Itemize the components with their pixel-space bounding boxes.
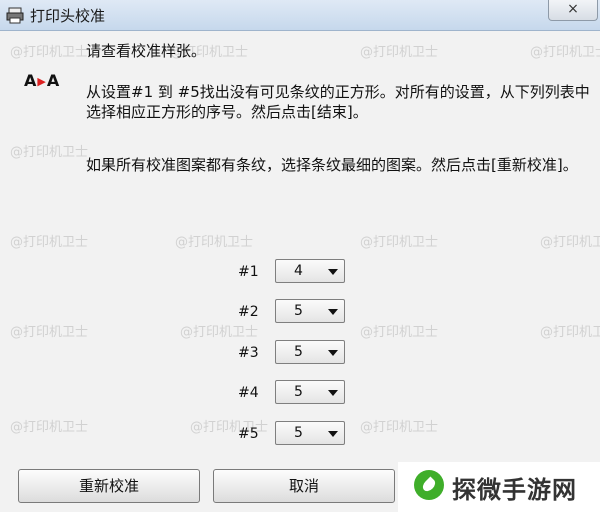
- setting-value: 5: [294, 344, 303, 360]
- window-title: 打印头校准: [30, 7, 106, 25]
- dropdown-arrow-icon: [328, 431, 338, 437]
- setting-label-4: #4: [238, 385, 259, 401]
- watermark: @打印机卫士: [175, 235, 254, 250]
- instruction-paragraph-2: 如果所有校准图案都有条纹，选择条纹最细的图案。然后点击[重新校准]。: [86, 156, 578, 174]
- dialog-content: @打印机卫士 @打印机卫士 @打印机卫士 @打印机卫士 @打印机卫士 @打印机卫…: [0, 31, 600, 512]
- setting-label-5: #5: [238, 426, 259, 442]
- watermark: @打印机卫士: [10, 145, 89, 160]
- watermark: @打印机卫士: [10, 45, 89, 60]
- watermark: @打印机卫士: [360, 325, 439, 340]
- watermark: @打印机卫士: [540, 325, 600, 340]
- setting-select-2[interactable]: 5: [275, 299, 345, 323]
- dropdown-arrow-icon: [328, 390, 338, 396]
- title-bar: 打印头校准 ×: [0, 0, 600, 31]
- setting-select-3[interactable]: 5: [275, 340, 345, 364]
- watermark: @打印机卫士: [10, 235, 89, 250]
- setting-select-5[interactable]: 5: [275, 421, 345, 445]
- dropdown-arrow-icon: [328, 269, 338, 275]
- watermark: @打印机卫士: [10, 420, 89, 435]
- dropdown-arrow-icon: [328, 309, 338, 315]
- recalibrate-button[interactable]: 重新校准: [18, 469, 200, 503]
- watermark: @打印机卫士: [10, 325, 89, 340]
- dropdown-arrow-icon: [328, 350, 338, 356]
- watermark: @打印机卫士: [540, 235, 600, 250]
- a-to-a-icon: A▶A: [24, 71, 61, 90]
- site-badge: 探微手游网: [398, 462, 600, 512]
- close-icon: ×: [567, 1, 579, 17]
- close-button[interactable]: ×: [548, 0, 598, 21]
- watermark: @打印机卫士: [180, 325, 259, 340]
- print-head-calibration-window: 打印头校准 × @打印机卫士 @打印机卫士 @打印机卫士 @打印机卫士 @打印机…: [0, 0, 600, 512]
- setting-label-2: #2: [238, 304, 259, 320]
- intro-text: 请查看校准样张。: [86, 42, 207, 60]
- setting-select-1[interactable]: 4: [275, 259, 345, 283]
- setting-value: 5: [294, 425, 303, 441]
- leaf-logo-icon: [414, 470, 444, 500]
- setting-value: 5: [294, 303, 303, 319]
- cancel-button[interactable]: 取消: [213, 469, 395, 503]
- setting-value: 4: [294, 263, 303, 279]
- watermark: @打印机卫士: [360, 420, 439, 435]
- watermark: @打印机卫士: [360, 235, 439, 250]
- setting-label-1: #1: [238, 264, 259, 280]
- printer-icon: [6, 7, 24, 24]
- setting-value: 5: [294, 384, 303, 400]
- site-badge-text: 探微手游网: [452, 476, 577, 504]
- instruction-paragraph-1: 从设置#1 到 #5找出没有可见条纹的正方形。对所有的设置，从下列列表中选择相应…: [86, 83, 590, 121]
- setting-label-3: #3: [238, 345, 259, 361]
- setting-select-4[interactable]: 5: [275, 380, 345, 404]
